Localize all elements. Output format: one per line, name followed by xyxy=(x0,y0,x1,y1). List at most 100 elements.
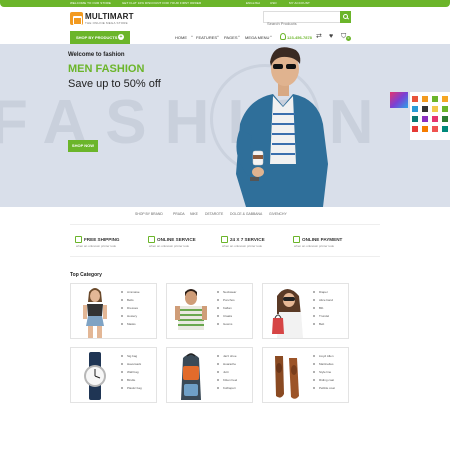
category-link[interactable]: Kolhapuri xyxy=(217,386,237,394)
category-link[interactable]: Ponchos xyxy=(217,298,236,306)
color-swatch[interactable] xyxy=(432,116,438,122)
category-card[interactable]: Sig bag Haversack Wall bag Bindle Plasti… xyxy=(70,347,157,403)
category-card[interactable]: Jazz shoe Huarache Jutti Kitten heel Kol… xyxy=(166,347,253,403)
nav-features[interactable]: FEATURES xyxy=(196,35,217,40)
color-swatch[interactable] xyxy=(422,116,428,122)
color-swatch[interactable] xyxy=(412,126,418,132)
brand-link-givenchy[interactable]: GIVENCHY xyxy=(269,212,287,216)
category-link[interactable]: Pebble coat xyxy=(313,386,335,394)
service-subtitle: when an unknown printer took xyxy=(76,244,117,248)
category-link[interactable]: Huarache xyxy=(217,362,237,370)
color-swatch[interactable] xyxy=(442,126,448,132)
color-swatch[interactable] xyxy=(412,106,418,112)
service-subtitle: when an unknown printer took xyxy=(222,244,263,248)
hero-welcome: Welcome to fashion xyxy=(68,52,125,58)
chevron-down-icon: ▼ xyxy=(238,36,240,38)
category-link[interactable]: Belts xyxy=(121,298,140,306)
color-swatch[interactable] xyxy=(422,126,428,132)
chevron-down-icon: ▼ xyxy=(270,36,272,38)
phone-number[interactable]: 123-456-7878 xyxy=(287,35,312,40)
category-link[interactable]: Diaper xyxy=(313,290,333,298)
category-image-woman-shopping xyxy=(272,289,303,338)
service-title: FREE SHIPPING xyxy=(84,237,120,242)
color-switcher-toggle[interactable] xyxy=(390,92,408,108)
logo-name[interactable]: MULTIMART xyxy=(85,12,134,21)
category-link[interactable]: Kitten heel xyxy=(217,378,237,386)
top-category-heading: Top Category xyxy=(70,272,102,278)
category-list: Sig bag Haversack Wall bag Bindle Plasti… xyxy=(121,354,142,394)
category-card[interactable]: Ammaise Belts Dresses Hosiery Masks xyxy=(70,283,157,339)
nav-home[interactable]: HOME xyxy=(175,35,187,40)
color-swatch[interactable] xyxy=(442,106,448,112)
search-input[interactable] xyxy=(264,18,328,29)
color-swatch[interactable] xyxy=(422,106,428,112)
category-card[interactable]: Diaper Alice band Bib Trundel Belt xyxy=(262,283,349,339)
category-link[interactable]: Kaftan xyxy=(217,306,236,314)
category-link[interactable]: Masks xyxy=(121,322,140,330)
my-account-link[interactable]: MY ACCOUNT xyxy=(289,1,310,5)
color-swatch[interactable] xyxy=(432,106,438,112)
category-link[interactable]: Plastic bag xyxy=(121,386,142,394)
currency-select[interactable]: USD xyxy=(270,1,277,5)
category-link[interactable]: Neckwear xyxy=(217,290,236,298)
language-select[interactable]: ENGLISH xyxy=(246,1,260,5)
hero-title: MEN FASHION xyxy=(68,63,145,75)
brand-link-dolce-gabbana[interactable]: DOLCE & GABBANA xyxy=(230,212,262,216)
category-card[interactable]: Neckwear Ponchos Kaftan Cloaks Gowns xyxy=(166,283,253,339)
category-link[interactable]: Martinelles xyxy=(313,362,335,370)
category-list: Neckwear Ponchos Kaftan Cloaks Gowns xyxy=(217,290,236,330)
category-link[interactable]: Wall bag xyxy=(121,370,142,378)
color-swatch[interactable] xyxy=(412,96,418,102)
nav-pages[interactable]: PAGES xyxy=(224,35,238,40)
color-swatch[interactable] xyxy=(442,116,448,122)
divider xyxy=(70,224,380,225)
category-link[interactable]: Jazz shoe xyxy=(217,354,237,362)
color-swatch[interactable] xyxy=(432,126,438,132)
service-title: ONLINE SERVICE xyxy=(157,237,196,242)
welcome-text: WELCOME TO OUR STORE xyxy=(70,1,112,5)
brand-heading: SHOP BY BRAND xyxy=(135,212,163,216)
service-title: ONLINE PAYMENT xyxy=(302,237,343,242)
category-list: Lloyd Allen Martinelles Style line Ridin… xyxy=(313,354,335,394)
color-swatch[interactable] xyxy=(432,96,438,102)
shop-by-products-button[interactable]: SHOP BY PRODUCTS + xyxy=(70,31,130,44)
category-link[interactable]: Style line xyxy=(313,370,335,378)
color-swatch[interactable] xyxy=(442,96,448,102)
compare-icon[interactable]: ⇄ xyxy=(316,33,322,40)
hero-subtitle: Save up to 50% off xyxy=(68,78,161,90)
search-box xyxy=(263,11,341,29)
brand-link-prada[interactable]: PRADA xyxy=(173,212,185,216)
user-icon xyxy=(280,33,286,40)
nav-mega-menu[interactable]: MEGA MENU xyxy=(245,35,269,40)
category-link[interactable]: Gowns xyxy=(217,322,236,330)
color-swatch[interactable] xyxy=(412,116,418,122)
category-link[interactable]: Dresses xyxy=(121,306,140,314)
category-list: Ammaise Belts Dresses Hosiery Masks xyxy=(121,290,140,330)
category-link[interactable]: Belt xyxy=(313,322,333,330)
category-link[interactable]: Haversack xyxy=(121,362,142,370)
color-swatch[interactable] xyxy=(422,96,428,102)
chevron-down-icon: ▼ xyxy=(217,36,219,38)
plus-icon: + xyxy=(118,34,124,40)
category-link[interactable]: Cloaks xyxy=(217,314,236,322)
category-link[interactable]: Ammaise xyxy=(121,290,140,298)
logo-icon[interactable] xyxy=(70,12,83,25)
category-image-backpack xyxy=(181,353,201,400)
category-link[interactable]: Jutti xyxy=(217,370,237,378)
shop-now-button[interactable]: SHOP NOW xyxy=(68,140,98,152)
category-link[interactable]: Lloyd Allen xyxy=(313,354,335,362)
search-button[interactable] xyxy=(340,11,351,23)
category-link[interactable]: Bindle xyxy=(121,378,142,386)
wishlist-icon[interactable]: ♥ xyxy=(329,33,333,40)
category-link[interactable]: Alice band xyxy=(313,298,333,306)
category-card[interactable]: Lloyd Allen Martinelles Style line Ridin… xyxy=(262,347,349,403)
category-link[interactable]: Sig bag xyxy=(121,354,142,362)
category-link[interactable]: Bib xyxy=(313,306,333,314)
brand-link-nike[interactable]: NIKE xyxy=(190,212,198,216)
category-list: Jazz shoe Huarache Jutti Kitten heel Kol… xyxy=(217,354,237,394)
brand-link-detarote[interactable]: DETAROTE xyxy=(205,212,223,216)
category-link[interactable]: Hosiery xyxy=(121,314,140,322)
logo-tagline: THE ONLINE MEGA STORE xyxy=(85,21,128,25)
category-link[interactable]: Trundel xyxy=(313,314,333,322)
category-link[interactable]: Riding coat xyxy=(313,378,335,386)
